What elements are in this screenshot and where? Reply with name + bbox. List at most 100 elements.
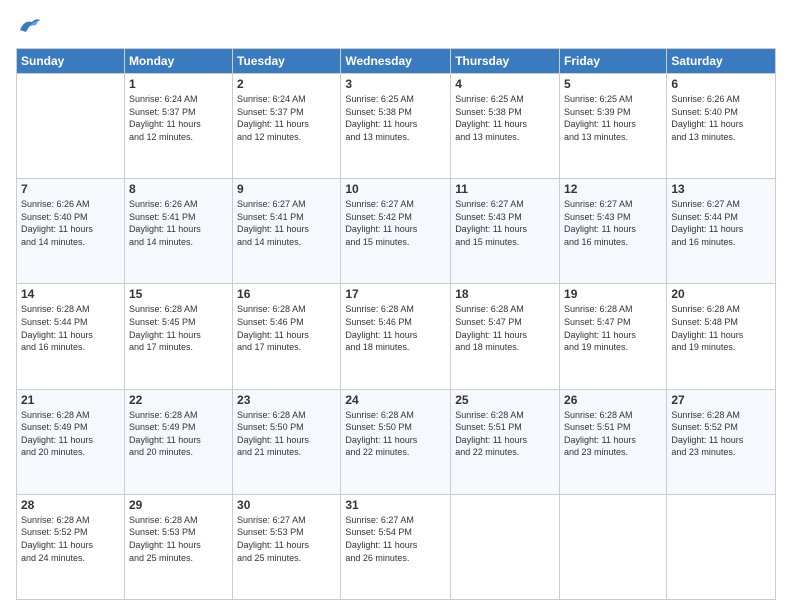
day-info: Sunrise: 6:28 AM Sunset: 5:46 PM Dayligh… xyxy=(345,303,446,353)
day-info: Sunrise: 6:28 AM Sunset: 5:47 PM Dayligh… xyxy=(455,303,555,353)
day-cell: 9 Sunrise: 6:27 AM Sunset: 5:41 PM Daylig… xyxy=(233,179,341,284)
col-header-wednesday: Wednesday xyxy=(341,49,451,74)
week-row-4: 28 Sunrise: 6:28 AM Sunset: 5:52 PM Dayli… xyxy=(17,494,776,599)
col-header-friday: Friday xyxy=(560,49,667,74)
week-row-1: 7 Sunrise: 6:26 AM Sunset: 5:40 PM Daylig… xyxy=(17,179,776,284)
day-info: Sunrise: 6:25 AM Sunset: 5:38 PM Dayligh… xyxy=(345,93,446,143)
day-cell: 8Sunrise: 6:26 AM Sunset: 5:41 PM Daylig… xyxy=(124,179,232,284)
day-number: 11 xyxy=(455,182,555,196)
page: SundayMondayTuesdayWednesdayThursdayFrid… xyxy=(0,0,792,612)
day-cell: 13 Sunrise: 6:27 AM Sunset: 5:44 PM Dayli… xyxy=(667,179,776,284)
day-cell: 1Sunrise: 6:24 AM Sunset: 5:37 PM Daylig… xyxy=(124,74,232,179)
day-info: Sunrise: 6:27 AM Sunset: 5:44 PM Dayligh… xyxy=(671,198,771,248)
day-cell: 5 Sunrise: 6:25 AM Sunset: 5:39 PM Daylig… xyxy=(560,74,667,179)
day-info: Sunrise: 6:28 AM Sunset: 5:50 PM Dayligh… xyxy=(237,409,336,459)
day-number: 23 xyxy=(237,393,336,407)
calendar-table: SundayMondayTuesdayWednesdayThursdayFrid… xyxy=(16,48,776,600)
day-number: 5 xyxy=(564,77,662,91)
day-number: 30 xyxy=(237,498,336,512)
day-cell: 30 Sunrise: 6:27 AM Sunset: 5:53 PM Dayli… xyxy=(233,494,341,599)
day-number: 14 xyxy=(21,287,120,301)
col-header-tuesday: Tuesday xyxy=(233,49,341,74)
logo xyxy=(16,12,48,40)
day-number: 31 xyxy=(345,498,446,512)
header-row: SundayMondayTuesdayWednesdayThursdayFrid… xyxy=(17,49,776,74)
day-info: Sunrise: 6:27 AM Sunset: 5:54 PM Dayligh… xyxy=(345,514,446,564)
day-number: 2 xyxy=(237,77,336,91)
day-number: 6 xyxy=(671,77,771,91)
day-cell: 17 Sunrise: 6:28 AM Sunset: 5:46 PM Dayli… xyxy=(341,284,451,389)
day-info: Sunrise: 6:28 AM Sunset: 5:44 PM Dayligh… xyxy=(21,303,120,353)
day-number: 7 xyxy=(21,182,120,196)
logo-icon xyxy=(16,12,44,40)
col-header-monday: Monday xyxy=(124,49,232,74)
day-cell: 22Sunrise: 6:28 AM Sunset: 5:49 PM Dayli… xyxy=(124,389,232,494)
col-header-thursday: Thursday xyxy=(451,49,560,74)
day-info: Sunrise: 6:28 AM Sunset: 5:52 PM Dayligh… xyxy=(21,514,120,564)
day-cell: 26Sunrise: 6:28 AM Sunset: 5:51 PM Dayli… xyxy=(560,389,667,494)
day-info: Sunrise: 6:27 AM Sunset: 5:43 PM Dayligh… xyxy=(455,198,555,248)
day-number: 28 xyxy=(21,498,120,512)
day-info: Sunrise: 6:28 AM Sunset: 5:47 PM Dayligh… xyxy=(564,303,662,353)
day-cell: 24Sunrise: 6:28 AM Sunset: 5:50 PM Dayli… xyxy=(341,389,451,494)
day-cell: 16 Sunrise: 6:28 AM Sunset: 5:46 PM Dayli… xyxy=(233,284,341,389)
day-info: Sunrise: 6:28 AM Sunset: 5:45 PM Dayligh… xyxy=(129,303,228,353)
day-info: Sunrise: 6:28 AM Sunset: 5:51 PM Dayligh… xyxy=(564,409,662,459)
day-cell: 18 Sunrise: 6:28 AM Sunset: 5:47 PM Dayli… xyxy=(451,284,560,389)
day-info: Sunrise: 6:24 AM Sunset: 5:37 PM Dayligh… xyxy=(237,93,336,143)
day-number: 16 xyxy=(237,287,336,301)
day-number: 25 xyxy=(455,393,555,407)
day-info: Sunrise: 6:28 AM Sunset: 5:49 PM Dayligh… xyxy=(129,409,228,459)
day-info: Sunrise: 6:27 AM Sunset: 5:53 PM Dayligh… xyxy=(237,514,336,564)
day-cell: 25 Sunrise: 6:28 AM Sunset: 5:51 PM Dayli… xyxy=(451,389,560,494)
day-number: 20 xyxy=(671,287,771,301)
day-info: Sunrise: 6:27 AM Sunset: 5:41 PM Dayligh… xyxy=(237,198,336,248)
day-cell: 23 Sunrise: 6:28 AM Sunset: 5:50 PM Dayli… xyxy=(233,389,341,494)
day-number: 29 xyxy=(129,498,228,512)
day-cell: 10Sunrise: 6:27 AM Sunset: 5:42 PM Dayli… xyxy=(341,179,451,284)
day-number: 24 xyxy=(345,393,446,407)
day-cell: 31 Sunrise: 6:27 AM Sunset: 5:54 PM Dayli… xyxy=(341,494,451,599)
col-header-sunday: Sunday xyxy=(17,49,125,74)
day-number: 3 xyxy=(345,77,446,91)
day-info: Sunrise: 6:28 AM Sunset: 5:53 PM Dayligh… xyxy=(129,514,228,564)
day-info: Sunrise: 6:28 AM Sunset: 5:52 PM Dayligh… xyxy=(671,409,771,459)
day-cell: 6 Sunrise: 6:26 AM Sunset: 5:40 PM Daylig… xyxy=(667,74,776,179)
day-number: 15 xyxy=(129,287,228,301)
day-number: 13 xyxy=(671,182,771,196)
day-number: 12 xyxy=(564,182,662,196)
week-row-2: 14 Sunrise: 6:28 AM Sunset: 5:44 PM Dayli… xyxy=(17,284,776,389)
day-info: Sunrise: 6:28 AM Sunset: 5:51 PM Dayligh… xyxy=(455,409,555,459)
day-info: Sunrise: 6:28 AM Sunset: 5:48 PM Dayligh… xyxy=(671,303,771,353)
day-number: 21 xyxy=(21,393,120,407)
day-cell: 19Sunrise: 6:28 AM Sunset: 5:47 PM Dayli… xyxy=(560,284,667,389)
day-cell: 27 Sunrise: 6:28 AM Sunset: 5:52 PM Dayli… xyxy=(667,389,776,494)
day-number: 18 xyxy=(455,287,555,301)
day-info: Sunrise: 6:25 AM Sunset: 5:38 PM Dayligh… xyxy=(455,93,555,143)
day-cell: 21Sunrise: 6:28 AM Sunset: 5:49 PM Dayli… xyxy=(17,389,125,494)
week-row-0: 1Sunrise: 6:24 AM Sunset: 5:37 PM Daylig… xyxy=(17,74,776,179)
day-cell xyxy=(17,74,125,179)
day-cell: 11 Sunrise: 6:27 AM Sunset: 5:43 PM Dayli… xyxy=(451,179,560,284)
day-cell: 14 Sunrise: 6:28 AM Sunset: 5:44 PM Dayli… xyxy=(17,284,125,389)
day-number: 9 xyxy=(237,182,336,196)
day-info: Sunrise: 6:26 AM Sunset: 5:40 PM Dayligh… xyxy=(671,93,771,143)
day-cell xyxy=(560,494,667,599)
day-cell: 4 Sunrise: 6:25 AM Sunset: 5:38 PM Daylig… xyxy=(451,74,560,179)
day-info: Sunrise: 6:25 AM Sunset: 5:39 PM Dayligh… xyxy=(564,93,662,143)
day-number: 4 xyxy=(455,77,555,91)
day-cell: 3 Sunrise: 6:25 AM Sunset: 5:38 PM Daylig… xyxy=(341,74,451,179)
day-number: 17 xyxy=(345,287,446,301)
col-header-saturday: Saturday xyxy=(667,49,776,74)
day-cell: 12Sunrise: 6:27 AM Sunset: 5:43 PM Dayli… xyxy=(560,179,667,284)
header xyxy=(16,12,776,40)
day-cell xyxy=(451,494,560,599)
day-cell: 7 Sunrise: 6:26 AM Sunset: 5:40 PM Daylig… xyxy=(17,179,125,284)
day-cell: 20 Sunrise: 6:28 AM Sunset: 5:48 PM Dayli… xyxy=(667,284,776,389)
day-number: 27 xyxy=(671,393,771,407)
day-cell: 28 Sunrise: 6:28 AM Sunset: 5:52 PM Dayli… xyxy=(17,494,125,599)
day-number: 8 xyxy=(129,182,228,196)
day-info: Sunrise: 6:26 AM Sunset: 5:40 PM Dayligh… xyxy=(21,198,120,248)
day-cell: 29 Sunrise: 6:28 AM Sunset: 5:53 PM Dayli… xyxy=(124,494,232,599)
day-info: Sunrise: 6:28 AM Sunset: 5:46 PM Dayligh… xyxy=(237,303,336,353)
